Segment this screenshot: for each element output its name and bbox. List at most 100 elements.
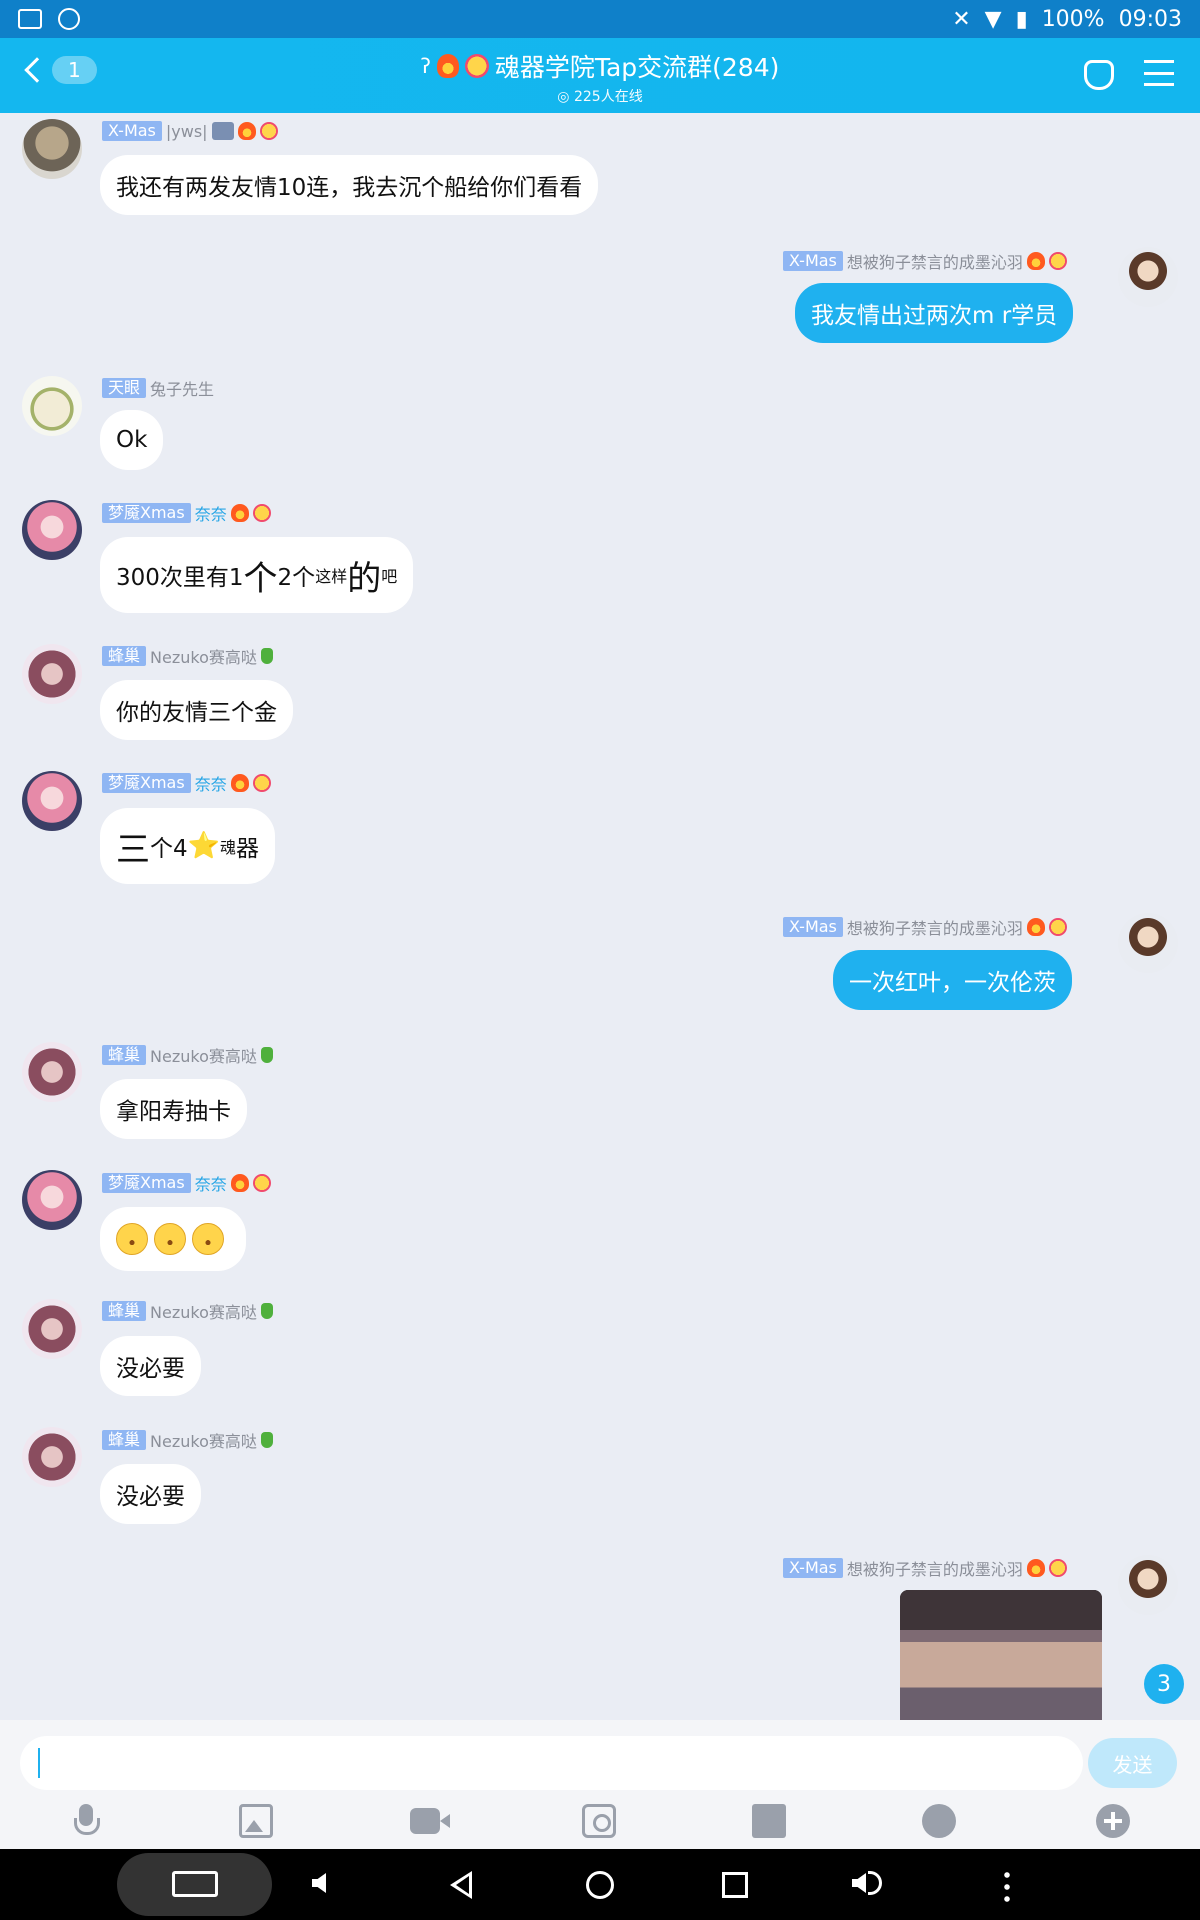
member-tag: 蜂巢	[102, 1430, 147, 1450]
member-tag: 蜂巢	[102, 646, 147, 666]
avatar[interactable]	[22, 771, 82, 831]
sender-name: Nezuko赛高哒	[150, 1432, 257, 1451]
message-bubble[interactable]	[100, 1207, 246, 1271]
image-message[interactable]	[900, 1590, 1102, 1720]
volume-up-icon[interactable]	[852, 1867, 888, 1903]
group-title: 魂器学院Tap交流群(284)	[494, 53, 780, 82]
member-tag: 梦魇Xmas	[102, 1173, 191, 1193]
message-input[interactable]	[20, 1736, 1083, 1790]
gift-icon[interactable]	[752, 1804, 786, 1838]
message-text-part: 吧	[381, 567, 398, 586]
member-tag: X-Mas	[783, 917, 843, 937]
fire-icon	[436, 54, 459, 78]
message-bubble[interactable]: 我还有两发友情10连，我去沉个船给你们看看	[100, 155, 599, 215]
message-text: 没必要	[116, 1356, 185, 1382]
camera-icon[interactable]	[582, 1804, 616, 1838]
message-bubble[interactable]: 三 个4 ⭐ 魂 器	[100, 808, 276, 884]
avatar[interactable]	[22, 1299, 82, 1359]
message-bubble[interactable]: 一次红叶，一次伦茨	[833, 950, 1072, 1010]
send-button[interactable]: 发送	[1088, 1738, 1177, 1788]
message-bubble[interactable]: 没必要	[100, 1464, 201, 1524]
badge-face-icon	[252, 1174, 271, 1192]
avatar[interactable]	[22, 1427, 82, 1487]
sender-meta: 梦魇Xmas 奈奈	[102, 1171, 271, 1195]
member-tag: X-Mas	[783, 251, 843, 271]
gallery-notification-icon	[18, 9, 42, 29]
online-icon: ◎	[557, 89, 574, 105]
message-text-part: 的	[347, 558, 382, 599]
star-icon: ⭐	[187, 831, 221, 861]
message-bubble[interactable]: 你的友情三个金	[100, 680, 293, 740]
sender-meta: 梦魇Xmas 奈奈	[102, 501, 271, 525]
smile-icon[interactable]	[922, 1804, 956, 1838]
avatar[interactable]	[22, 1042, 82, 1102]
sender-meta: 梦魇Xmas 奈奈	[102, 771, 271, 795]
badge-face-icon	[1048, 252, 1067, 270]
battery-level: 100%	[1041, 6, 1105, 32]
more-icon[interactable]	[1004, 1869, 1010, 1903]
message-list[interactable]: X-Mas |yws| 我还有两发友情10连，我去沉个船给你们看看 X-Mas …	[0, 113, 1200, 1720]
back-icon[interactable]	[450, 1871, 472, 1899]
sender-name: Nezuko赛高哒	[150, 648, 257, 667]
fire-icon	[230, 774, 249, 792]
avatar[interactable]	[22, 376, 82, 436]
chat-header: 1 ʔ 魂器学院Tap交流群(284) ◎ 225人在线	[0, 38, 1200, 113]
avatar[interactable]	[22, 644, 82, 704]
fire-icon	[230, 1174, 249, 1192]
member-tag: X-Mas	[102, 121, 162, 141]
smirk-emoji-icon	[116, 1223, 148, 1255]
message-text-part: 三	[116, 829, 150, 870]
message-bubble[interactable]: Ok	[100, 410, 164, 470]
screenshot-icon[interactable]	[172, 1871, 218, 1897]
plus-icon[interactable]	[1096, 1804, 1130, 1838]
avatar[interactable]	[1118, 247, 1178, 307]
image-icon[interactable]	[239, 1804, 273, 1838]
message-bubble[interactable]: 没必要	[100, 1336, 201, 1396]
bottle-icon	[260, 1047, 273, 1063]
message-text-part: 魂	[220, 838, 237, 857]
message-bubble[interactable]: 拿阳寿抽卡	[100, 1079, 247, 1139]
message-text: 拿阳寿抽卡	[116, 1099, 231, 1125]
menu-icon[interactable]	[1144, 60, 1174, 86]
new-message-badge[interactable]: 3	[1144, 1664, 1184, 1704]
avatar[interactable]	[1118, 913, 1178, 973]
message-text-part: 器	[236, 836, 260, 862]
bottle-icon	[260, 648, 273, 664]
fire-icon	[1026, 252, 1045, 270]
smirk-emoji-icon	[192, 1223, 224, 1255]
ear-icon: ʔ	[420, 54, 431, 78]
sender-name: 奈奈	[194, 505, 227, 524]
group-title-area[interactable]: ʔ 魂器学院Tap交流群(284) ◎ 225人在线	[0, 48, 1200, 106]
gesture-hand-icon[interactable]	[1084, 60, 1114, 90]
mic-icon[interactable]	[69, 1804, 103, 1838]
message-text-part: 300次里有1	[116, 565, 244, 591]
avatar[interactable]	[1118, 1555, 1178, 1615]
recents-icon[interactable]	[722, 1872, 748, 1898]
avatar[interactable]	[22, 1170, 82, 1230]
badge-face-icon	[259, 122, 278, 140]
message-text: 我还有两发友情10连，我去沉个船给你们看看	[116, 175, 583, 201]
clock: 09:03	[1118, 6, 1182, 32]
volume-down-icon[interactable]	[312, 1867, 348, 1903]
sender-meta: X-Mas 想被狗子禁言的成墨沁羽	[783, 1556, 1067, 1580]
avatar[interactable]	[22, 119, 82, 179]
dragon-icon	[211, 122, 234, 140]
sender-meta: 蜂巢 Nezuko赛高哒	[102, 1299, 273, 1323]
input-bar: 发送	[0, 1720, 1200, 1849]
sender-name: 想被狗子禁言的成墨沁羽	[846, 1560, 1023, 1579]
badge-face-icon	[1048, 918, 1067, 936]
sender-meta: X-Mas |yws|	[102, 121, 278, 141]
sender-name: |yws|	[165, 121, 208, 141]
video-icon[interactable]	[410, 1808, 450, 1834]
sender-meta: 天眼 兔子先生	[102, 376, 214, 400]
fire-icon	[1026, 918, 1045, 936]
message-text: 没必要	[116, 1484, 185, 1510]
message-bubble[interactable]: 300次里有1 个 2个 这样 的 吧	[100, 537, 414, 613]
avatar[interactable]	[22, 500, 82, 560]
sender-meta: X-Mas 想被狗子禁言的成墨沁羽	[783, 915, 1067, 939]
bottle-icon	[260, 1432, 273, 1448]
sender-name: Nezuko赛高哒	[150, 1303, 257, 1322]
home-icon[interactable]	[586, 1871, 614, 1899]
fire-icon	[237, 122, 256, 140]
message-bubble[interactable]: 我友情出过两次m r学员	[795, 283, 1074, 343]
